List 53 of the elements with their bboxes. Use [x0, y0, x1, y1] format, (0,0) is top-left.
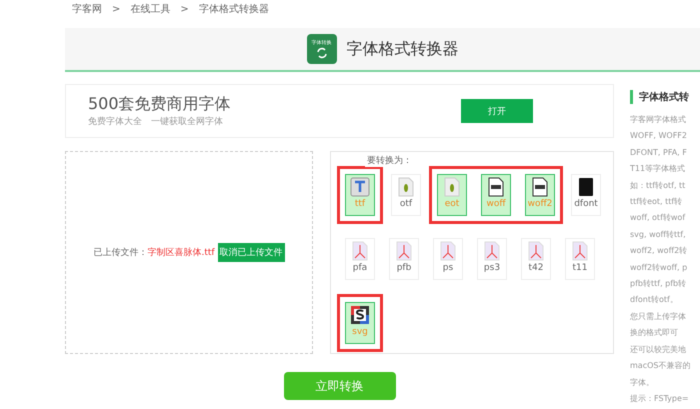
format-option[interactable]: ps3: [477, 238, 507, 280]
file-icon: [398, 177, 414, 197]
document-icon: [488, 177, 504, 197]
pdf-file-icon: [484, 241, 500, 261]
uploaded-file-name: 字制区喜脉体.ttf: [147, 246, 215, 259]
promo-subtitle: 免费字体大全 一键获取全网字体: [88, 116, 224, 128]
breadcrumb-separator: >: [180, 4, 189, 14]
breadcrumb-separator: >: [112, 4, 120, 14]
sidebar-text-line: DFONT, PFA, F: [630, 146, 688, 159]
s-logo-icon: [350, 305, 370, 325]
pdf-file-icon: [440, 241, 456, 261]
pdf-file-icon: [572, 241, 588, 261]
sidebar-text-line: pfb转ttf, pfb转: [630, 278, 688, 290]
sidebar-text-line: 还可以较完美地: [630, 344, 687, 356]
format-option[interactable]: dfont: [571, 174, 601, 216]
upload-area[interactable]: 已上传文件：字制区喜脉体.ttf 取消已上传文件: [65, 151, 313, 354]
truetype-file-icon: [350, 177, 370, 197]
file-icon: [444, 177, 460, 197]
sidebar-text-line: WOFF, WOFF2: [630, 130, 688, 142]
sidebar-title: 字体格式转: [630, 90, 700, 104]
sidebar-text-line: 换的格式即可: [630, 327, 679, 340]
sidebar-text-line: ttf转eot, ttf转: [630, 196, 684, 208]
sidebar-text-line: woff, otf转wof: [630, 212, 686, 224]
document-icon: [532, 177, 548, 197]
sidebar-text-line: macOS不兼容的: [630, 360, 692, 372]
breadcrumb-link[interactable]: 字客网: [72, 2, 102, 16]
breadcrumb-link[interactable]: 在线工具: [130, 2, 170, 16]
sidebar-text-line: 字客网字体格式: [630, 114, 687, 126]
uploaded-file-label: 已上传文件：: [93, 246, 148, 259]
sidebar-text-line: 如：ttf转otf, tt: [630, 180, 686, 192]
format-option[interactable]: t42: [521, 238, 551, 280]
format-option[interactable]: ps: [433, 238, 463, 280]
font-file-icon: [578, 177, 594, 197]
format-option[interactable]: t11: [565, 238, 595, 280]
format-option[interactable]: pfa: [345, 238, 375, 280]
sidebar-text-line: woff2转woff, p: [630, 262, 688, 274]
sidebar-text-line: dfont转otf。: [630, 294, 679, 306]
pdf-file-icon: [396, 241, 412, 261]
sidebar-text-line: woff2, woff2转: [630, 245, 688, 258]
sidebar-text-line: 您只需上传字体: [630, 310, 687, 323]
promo-title: 500套免费商用字体: [88, 94, 231, 115]
format-option[interactable]: pfb: [389, 238, 419, 280]
sidebar-text-line: svg, woff转ttf,: [630, 228, 687, 241]
breadcrumb-link[interactable]: 字体格式转换器: [198, 2, 269, 16]
pdf-file-icon: [528, 241, 544, 261]
format-option[interactable]: otf: [391, 174, 421, 216]
cancel-upload-button[interactable]: 取消已上传文件: [218, 243, 285, 262]
open-button[interactable]: 打开: [461, 99, 533, 123]
sidebar-text-line: 字体。: [630, 376, 655, 388]
sidebar-text-line: T11等字体格式: [630, 163, 686, 176]
page-title: 字体格式转换器: [346, 38, 458, 60]
pdf-file-icon: [352, 241, 368, 261]
sidebar-text-line: 提示：FSType=: [630, 392, 690, 405]
